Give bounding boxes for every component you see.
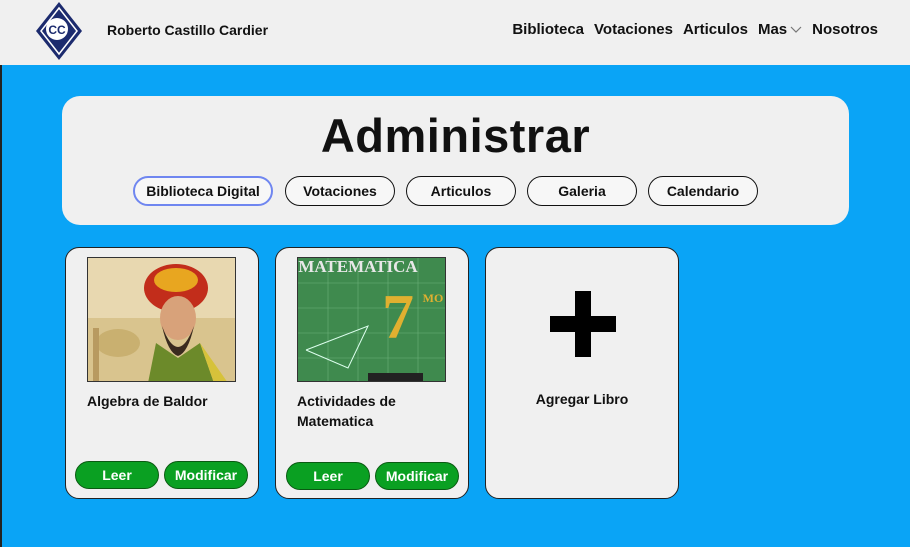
- nav-mas-dropdown[interactable]: Mas: [758, 21, 802, 38]
- tab-galeria[interactable]: Galeria: [527, 176, 637, 206]
- top-navbar: CC Roberto Castillo Cardier Biblioteca V…: [0, 0, 910, 65]
- portrait-cover-icon: [88, 258, 235, 381]
- book-cover-image[interactable]: MATEMATICA 7 MO: [297, 257, 446, 382]
- math-cover-icon: MATEMATICA 7 MO: [298, 258, 445, 381]
- site-name[interactable]: Roberto Castillo Cardier: [107, 22, 268, 38]
- add-book-card[interactable]: Agregar Libro: [485, 247, 679, 499]
- read-button[interactable]: Leer: [75, 461, 159, 489]
- book-title: Actividades de Matematica: [297, 393, 396, 429]
- read-button[interactable]: Leer: [286, 462, 370, 490]
- admin-panel: Administrar Biblioteca Digital Votacione…: [62, 96, 849, 225]
- book-title: Algebra de Baldor: [87, 393, 208, 409]
- main-nav: Biblioteca Votaciones Articulos Mas Noso…: [512, 21, 878, 38]
- modify-button[interactable]: Modificar: [375, 462, 459, 490]
- svg-text:MO: MO: [423, 291, 444, 305]
- svg-text:CC: CC: [48, 23, 66, 37]
- nav-mas-label: Mas: [757, 21, 788, 38]
- modify-button[interactable]: Modificar: [164, 461, 248, 489]
- page-title: Administrar: [320, 109, 591, 162]
- plus-icon: [550, 291, 616, 357]
- tab-biblioteca-digital[interactable]: Biblioteca Digital: [133, 176, 273, 206]
- svg-text:MATEMATICA: MATEMATICA: [298, 258, 418, 276]
- tab-calendario[interactable]: Calendario: [648, 176, 758, 206]
- tab-votaciones[interactable]: Votaciones: [285, 176, 395, 206]
- nav-biblioteca[interactable]: Biblioteca: [512, 21, 584, 38]
- add-book-label: Agregar Libro: [535, 391, 629, 407]
- logo-icon[interactable]: CC: [33, 0, 85, 62]
- nav-nosotros[interactable]: Nosotros: [812, 21, 878, 38]
- nav-articulos[interactable]: Articulos: [683, 21, 748, 38]
- chevron-down-icon: [790, 26, 802, 33]
- tab-articulos[interactable]: Articulos: [406, 176, 516, 206]
- nav-votaciones[interactable]: Votaciones: [594, 21, 673, 38]
- svg-text:7: 7: [382, 281, 414, 352]
- page-left-border: [0, 65, 2, 547]
- book-card: MATEMATICA 7 MO Actividades de Matematic…: [275, 247, 469, 499]
- book-card: Algebra de Baldor Leer Modificar: [65, 247, 259, 499]
- book-cover-image[interactable]: [87, 257, 236, 382]
